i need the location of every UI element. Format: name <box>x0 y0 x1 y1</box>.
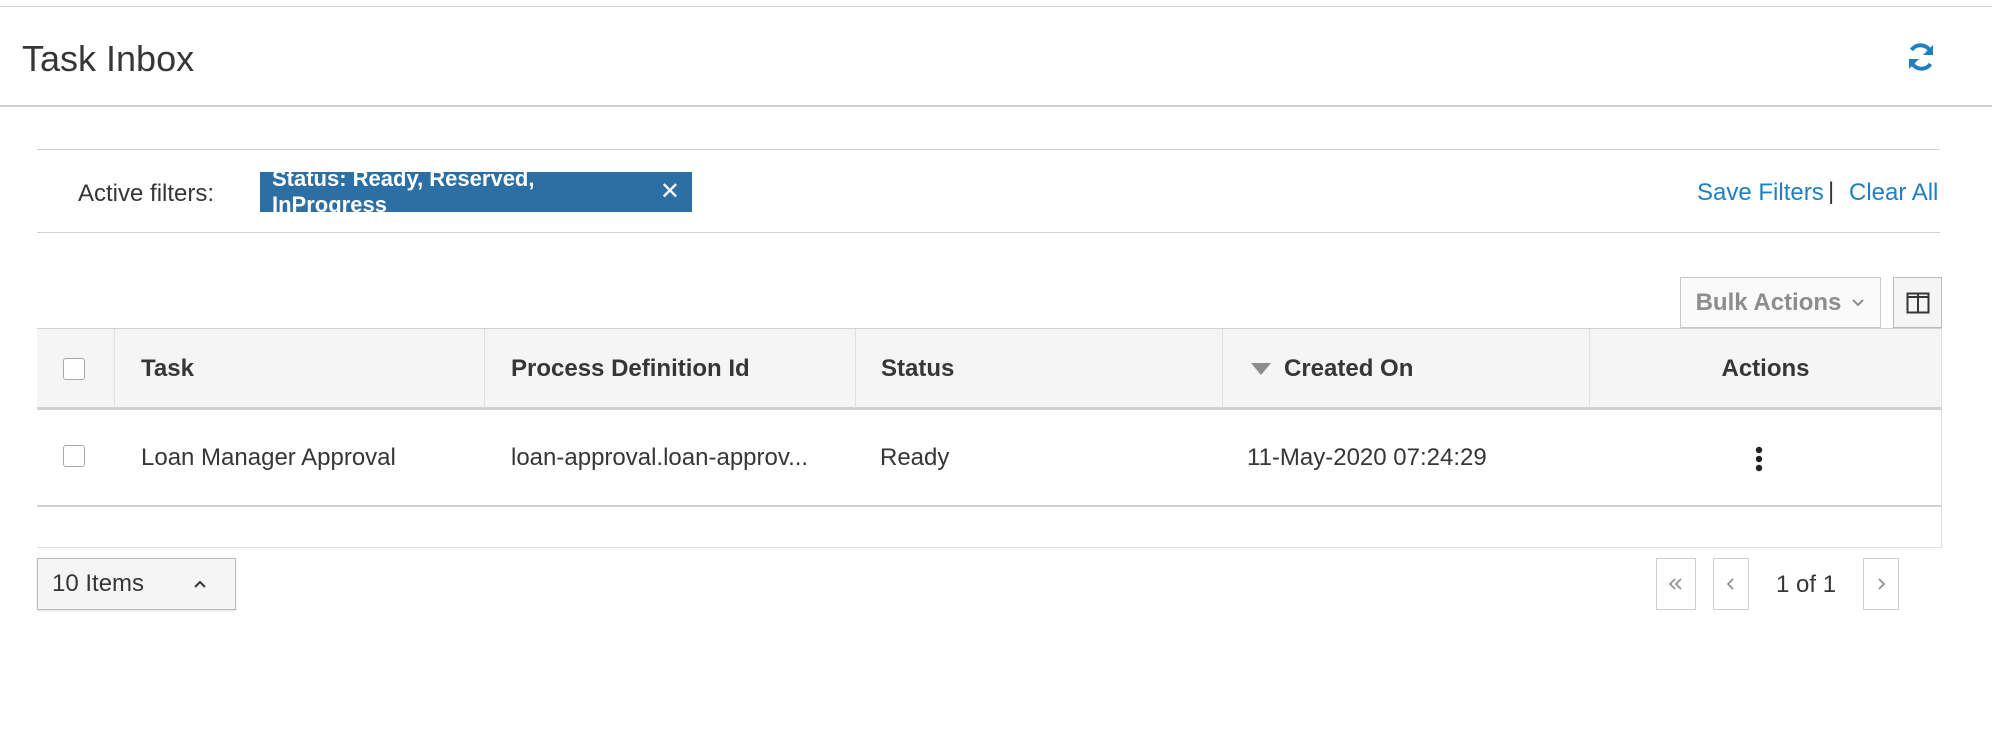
column-divider <box>484 329 485 408</box>
close-icon[interactable]: ✕ <box>660 180 680 204</box>
column-header-actions: Actions <box>1721 354 1810 382</box>
column-header-status[interactable]: Status <box>881 329 954 408</box>
created-on-label: Created On <box>1284 354 1414 382</box>
column-divider <box>1222 329 1223 408</box>
task-name-cell: Loan Manager Approval <box>141 443 396 471</box>
chevron-right-icon <box>1878 578 1886 590</box>
items-per-page-label: 10 Items <box>52 570 145 597</box>
table-header: Task Process Definition Id Status Create… <box>37 328 1941 410</box>
page-title: Task Inbox <box>22 38 195 79</box>
page-indicator: 1 of 1 <box>1776 571 1837 598</box>
previous-page-button[interactable] <box>1713 558 1749 610</box>
filter-bar-bottom-border <box>37 232 1940 233</box>
double-chevron-left-icon <box>1668 578 1682 590</box>
active-filters-label: Active filters: <box>78 180 215 207</box>
column-divider <box>114 329 115 408</box>
top-border <box>0 6 1992 7</box>
bulk-actions-button[interactable]: Bulk Actions <box>1680 277 1881 328</box>
chevron-left-icon <box>1726 578 1734 590</box>
link-separator: | <box>1828 178 1835 205</box>
column-divider <box>855 329 856 408</box>
status-cell: Ready <box>880 443 950 471</box>
chevron-up-icon <box>194 580 206 588</box>
column-manager-button[interactable] <box>1893 277 1942 328</box>
filter-bar-top-border <box>37 149 1940 150</box>
next-page-button[interactable] <box>1863 558 1899 610</box>
kebab-menu-icon <box>1755 446 1763 472</box>
status-filter-chip: Status: Ready, Reserved, InProgress ✕ <box>260 166 692 217</box>
row-actions-kebab-button[interactable] <box>1752 446 1766 476</box>
filter-chip-label: Status: Ready, Reserved, InProgress <box>272 166 535 217</box>
items-per-page-dropdown[interactable]: 10 Items <box>37 558 236 610</box>
column-header-process-definition-id[interactable]: Process Definition Id <box>511 329 750 408</box>
sort-descending-icon <box>1251 362 1271 375</box>
table-row[interactable]: Loan Manager Approval loan-approval.loan… <box>37 410 1941 507</box>
refresh-icon <box>1909 43 1933 71</box>
column-header-created-on[interactable]: Created On <box>1250 329 1413 408</box>
row-checkbox[interactable] <box>63 445 85 467</box>
chevron-down-icon <box>1852 298 1865 306</box>
refresh-button[interactable] <box>1904 40 1938 74</box>
bulk-actions-label: Bulk Actions <box>1695 288 1842 316</box>
column-header-task[interactable]: Task <box>141 329 194 408</box>
process-definition-id-cell: loan-approval.loan-approv... <box>511 443 809 471</box>
first-page-button[interactable] <box>1656 558 1696 610</box>
save-filters-link[interactable]: Save Filters <box>1697 178 1824 208</box>
select-all-checkbox[interactable] <box>63 358 85 380</box>
created-on-cell: 11-May-2020 07:24:29 <box>1247 443 1487 471</box>
header-divider <box>0 105 1992 107</box>
columns-icon <box>1906 292 1929 313</box>
clear-all-link[interactable]: Clear All <box>1849 178 1938 208</box>
